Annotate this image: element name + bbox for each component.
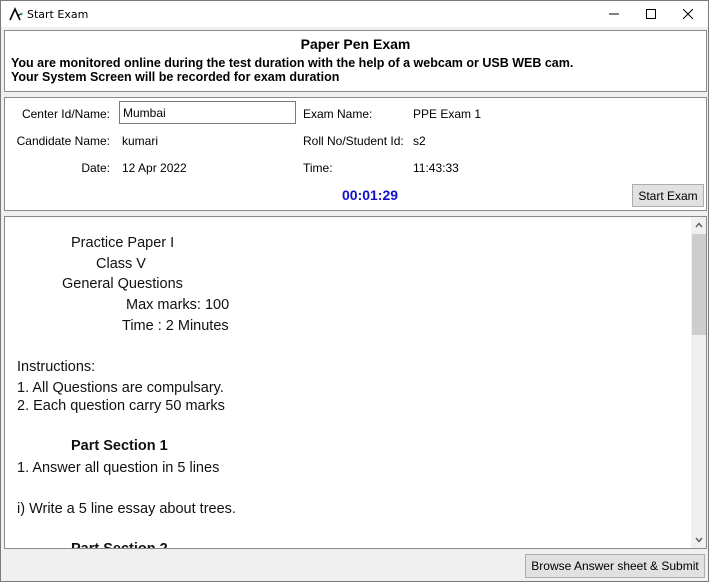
date-value: 12 Apr 2022 [122,161,187,175]
paper-scrollbar[interactable] [691,217,706,548]
date-label: Date: [81,161,110,175]
instruction-item: 1. All Questions are compulsary. [17,380,224,396]
question-instruction: 1. Answer all question in 5 lines [17,460,220,476]
section-heading: Part Section 2 [71,541,168,548]
candidate-info-panel: Center Id/Name: Candidate Name: kumari D… [4,97,707,211]
instruction-item: 2. Each question carry 50 marks [17,398,225,414]
time-label: Time: [303,161,333,175]
close-button[interactable] [669,1,707,27]
title-bar[interactable]: Start Exam [1,1,708,27]
monitoring-notice: You are monitored online during the test… [11,56,574,70]
window-title: Start Exam [27,8,89,21]
scrollbar-thumb[interactable] [692,234,706,335]
exam-window: Start Exam Paper Pen Exam You are monito… [0,0,709,582]
countdown-timer: 00:01:29 [342,187,399,203]
maximize-icon [646,9,656,19]
roll-label: Roll No/Student Id: [303,134,404,148]
start-exam-button[interactable]: Start Exam [632,184,704,207]
exam-name-value: PPE Exam 1 [413,107,482,121]
paper-subject: General Questions [62,276,183,292]
chevron-down-icon [695,537,703,543]
paper-time: Time : 2 Minutes [122,318,229,334]
exam-title: Paper Pen Exam [300,36,411,52]
paper-max-marks: Max marks: 100 [126,297,230,313]
exam-header-panel: Paper Pen Exam You are monitored online … [4,30,707,92]
section-heading: Part Section 1 [71,438,168,454]
chevron-up-icon [695,222,703,228]
paper-title: Practice Paper I [71,235,175,251]
minimize-icon [609,13,619,15]
candidate-value: kumari [122,134,159,148]
question-item: i) Write a 5 line essay about trees. [17,501,236,517]
center-label: Center Id/Name: [21,107,110,121]
maximize-button[interactable] [632,1,670,27]
app-logo-icon [9,7,23,21]
roll-value: s2 [413,134,426,148]
close-icon [683,9,693,19]
time-value: 11:43:33 [413,161,459,175]
scroll-up-button[interactable] [691,217,706,233]
browse-submit-button[interactable]: Browse Answer sheet & Submit [525,554,705,578]
question-paper-content: Practice Paper I Class V General Questio… [5,217,691,548]
paper-class: Class V [96,256,146,272]
scroll-down-button[interactable] [691,532,706,548]
candidate-label: Candidate Name: [16,134,110,148]
instructions-heading: Instructions: [17,359,96,375]
question-paper-panel: Practice Paper I Class V General Questio… [4,216,707,549]
center-input[interactable] [119,101,296,124]
recording-notice: Your System Screen will be recorded for … [11,70,340,84]
minimize-button[interactable] [595,1,633,27]
exam-name-label: Exam Name: [303,107,373,121]
